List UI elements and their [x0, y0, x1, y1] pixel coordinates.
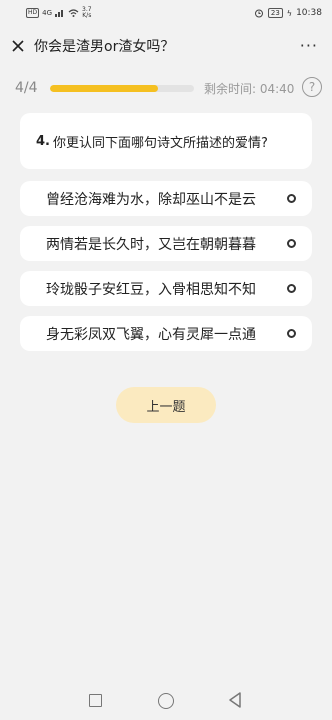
recent-apps-icon[interactable]: [89, 694, 102, 707]
question-counter: 4/4: [15, 80, 38, 96]
option-label: 玲珑骰子安红豆，入骨相思知不知: [46, 281, 256, 298]
option-label: 身无彩凤双飞翼，心有灵犀一点通: [46, 326, 256, 343]
net-speed: 3.7 K/s: [82, 7, 92, 19]
status-left: HD 4G 3.7 K/s: [26, 7, 92, 19]
battery-icon: 23: [267, 8, 283, 18]
question-number: 4.: [36, 133, 50, 149]
option-1[interactable]: 曾经沧海难为水，除却巫山不是云: [20, 181, 312, 216]
option-2[interactable]: 两情若是长久时，又岂在朝朝暮暮: [20, 226, 312, 261]
clock: 10:38: [296, 8, 322, 18]
progress-fill: [50, 85, 158, 92]
close-button[interactable]: [2, 30, 34, 62]
option-3[interactable]: 玲珑骰子安红豆，入骨相思知不知: [20, 271, 312, 306]
radio-icon[interactable]: [287, 329, 296, 338]
progress-row: 4/4 剩余时间: 04:40 ?: [0, 74, 332, 102]
radio-icon[interactable]: [287, 239, 296, 248]
back-icon[interactable]: [228, 692, 242, 708]
radio-icon[interactable]: [287, 194, 296, 203]
question-card: 4. 你更认同下面哪句诗文所描述的爱情?: [20, 113, 312, 169]
signal-icon: 4G: [42, 9, 53, 17]
wifi-icon: [68, 9, 79, 17]
status-bar: HD 4G 3.7 K/s 23 ϟ 10:38: [0, 0, 332, 26]
question-text: 你更认同下面哪句诗文所描述的爱情?: [52, 135, 268, 151]
close-icon: [12, 40, 24, 52]
page-title: 你会是渣男or渣女吗？: [34, 39, 175, 55]
signal-bars-icon: [55, 10, 64, 17]
more-button[interactable]: ···: [300, 36, 318, 55]
home-icon[interactable]: [158, 693, 174, 709]
status-right: 23 ϟ 10:38: [254, 8, 322, 18]
radio-icon[interactable]: [287, 284, 296, 293]
title-bar: 你会是渣男or渣女吗？ ···: [0, 30, 332, 62]
option-4[interactable]: 身无彩凤双飞翼，心有灵犀一点通: [20, 316, 312, 351]
charging-icon: ϟ: [286, 8, 293, 18]
remaining-time: 剩余时间: 04:40: [204, 81, 295, 96]
hd-badge: HD: [26, 8, 40, 18]
alarm-icon: [254, 9, 263, 18]
system-nav-bar: [0, 686, 332, 720]
option-label: 曾经沧海难为水，除却巫山不是云: [46, 191, 256, 208]
help-button[interactable]: ?: [302, 77, 322, 97]
option-label: 两情若是长久时，又岂在朝朝暮暮: [46, 236, 256, 253]
previous-question-button[interactable]: 上一题: [116, 387, 216, 423]
progress-bar: [50, 85, 194, 92]
net-speed-unit: K/s: [82, 12, 92, 19]
